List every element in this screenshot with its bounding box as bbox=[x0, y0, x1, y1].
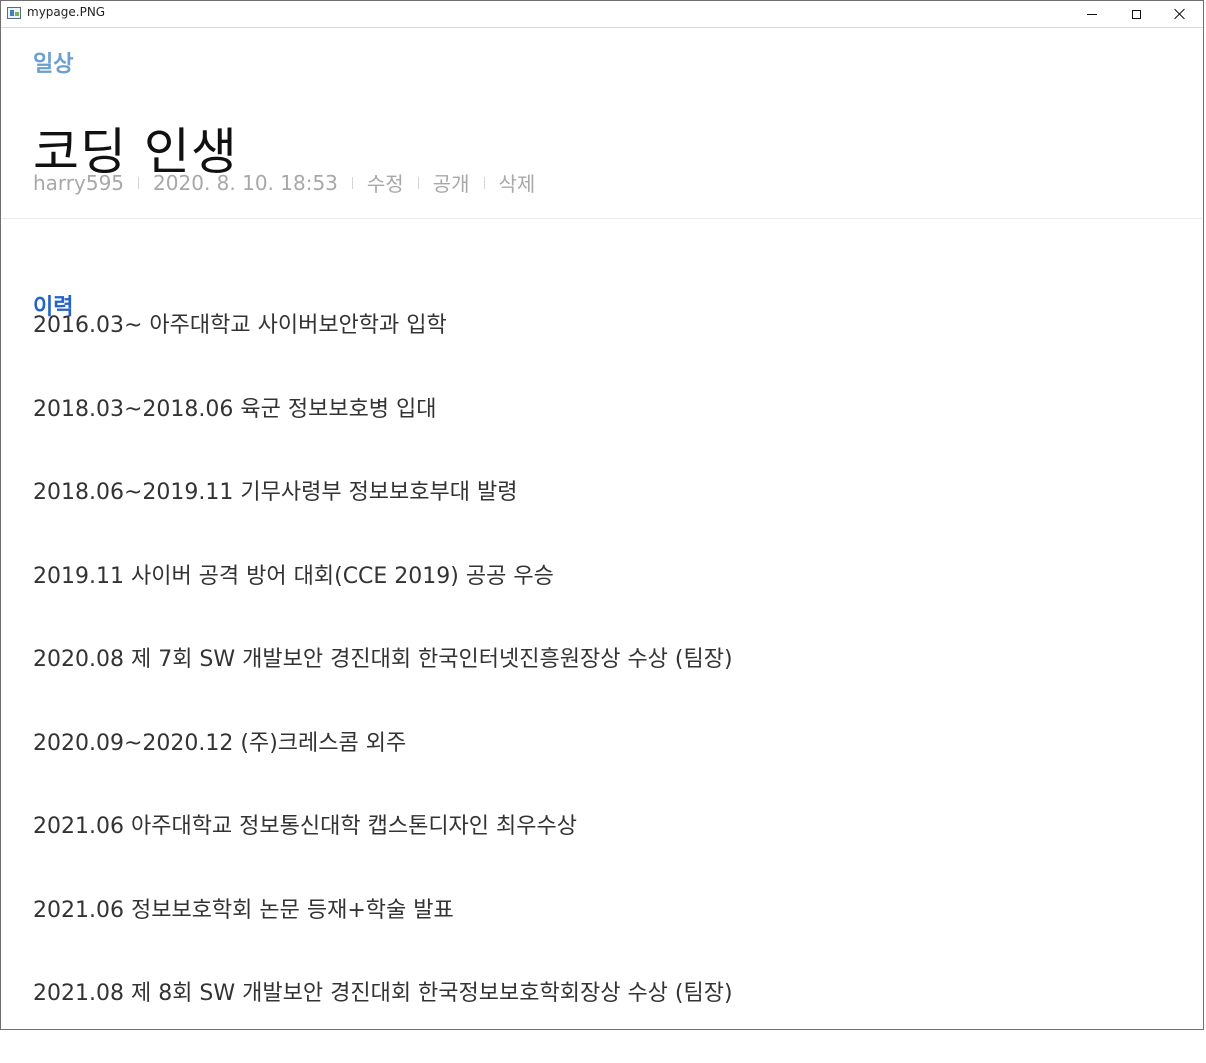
edit-link[interactable]: 수정 bbox=[367, 168, 404, 197]
maximize-icon bbox=[1131, 9, 1141, 19]
post-category-link[interactable]: 일상 bbox=[33, 46, 73, 78]
history-list: 2016.03~ 아주대학교 사이버보안학과 입학 2018.03~2018.0… bbox=[33, 311, 1183, 1063]
history-item: 2021.06 아주대학교 정보통신대학 캡스톤디자인 최우수상 bbox=[33, 814, 577, 839]
visibility-link[interactable]: 공개 bbox=[433, 168, 470, 197]
meta-separator bbox=[417, 176, 419, 189]
header-divider bbox=[1, 218, 1203, 219]
meta-separator bbox=[483, 176, 485, 189]
image-viewer-window: mypage.PNG 일상 코딩 인생 harry595 2020. 8. 10… bbox=[0, 0, 1204, 1030]
post-content: 일상 코딩 인생 harry595 2020. 8. 10. 18:53 수정 … bbox=[1, 28, 1203, 1029]
meta-separator bbox=[138, 176, 140, 189]
post-meta: harry595 2020. 8. 10. 18:53 수정 공개 삭제 bbox=[33, 168, 535, 197]
minimize-button[interactable] bbox=[1069, 1, 1115, 27]
image-viewer-icon bbox=[7, 7, 21, 19]
history-item: 2018.06~2019.11 기무사령부 정보보호부대 발령 bbox=[33, 480, 518, 505]
close-button[interactable] bbox=[1157, 1, 1203, 27]
meta-separator bbox=[351, 176, 353, 189]
minimize-icon bbox=[1087, 13, 1097, 15]
history-item: 2019.11 사이버 공격 방어 대회(CCE 2019) 공공 우승 bbox=[33, 563, 554, 589]
history-item: 2021.08 제 8회 SW 개발보안 경진대회 한국정보보호학회장상 수상 … bbox=[33, 981, 733, 1006]
maximize-button[interactable] bbox=[1113, 1, 1159, 27]
post-author[interactable]: harry595 bbox=[33, 171, 124, 195]
history-item: 2021.06 정보보호학회 논문 등재+학술 발표 bbox=[33, 897, 454, 923]
post-datetime: 2020. 8. 10. 18:53 bbox=[153, 170, 338, 195]
close-icon bbox=[1174, 8, 1186, 20]
history-item: 2016.03~ 아주대학교 사이버보안학과 입학 bbox=[33, 313, 447, 338]
title-bar[interactable]: mypage.PNG bbox=[1, 1, 1203, 28]
window-title: mypage.PNG bbox=[27, 5, 106, 19]
history-item: 2020.08 제 7회 SW 개발보안 경진대회 한국인터넷진흥원장상 수상 … bbox=[33, 647, 733, 672]
history-item: 2020.09~2020.12 (주)크레스콤 외주 bbox=[33, 730, 407, 756]
delete-link[interactable]: 삭제 bbox=[499, 168, 536, 197]
history-item: 2018.03~2018.06 육군 정보보호병 입대 bbox=[33, 396, 437, 422]
